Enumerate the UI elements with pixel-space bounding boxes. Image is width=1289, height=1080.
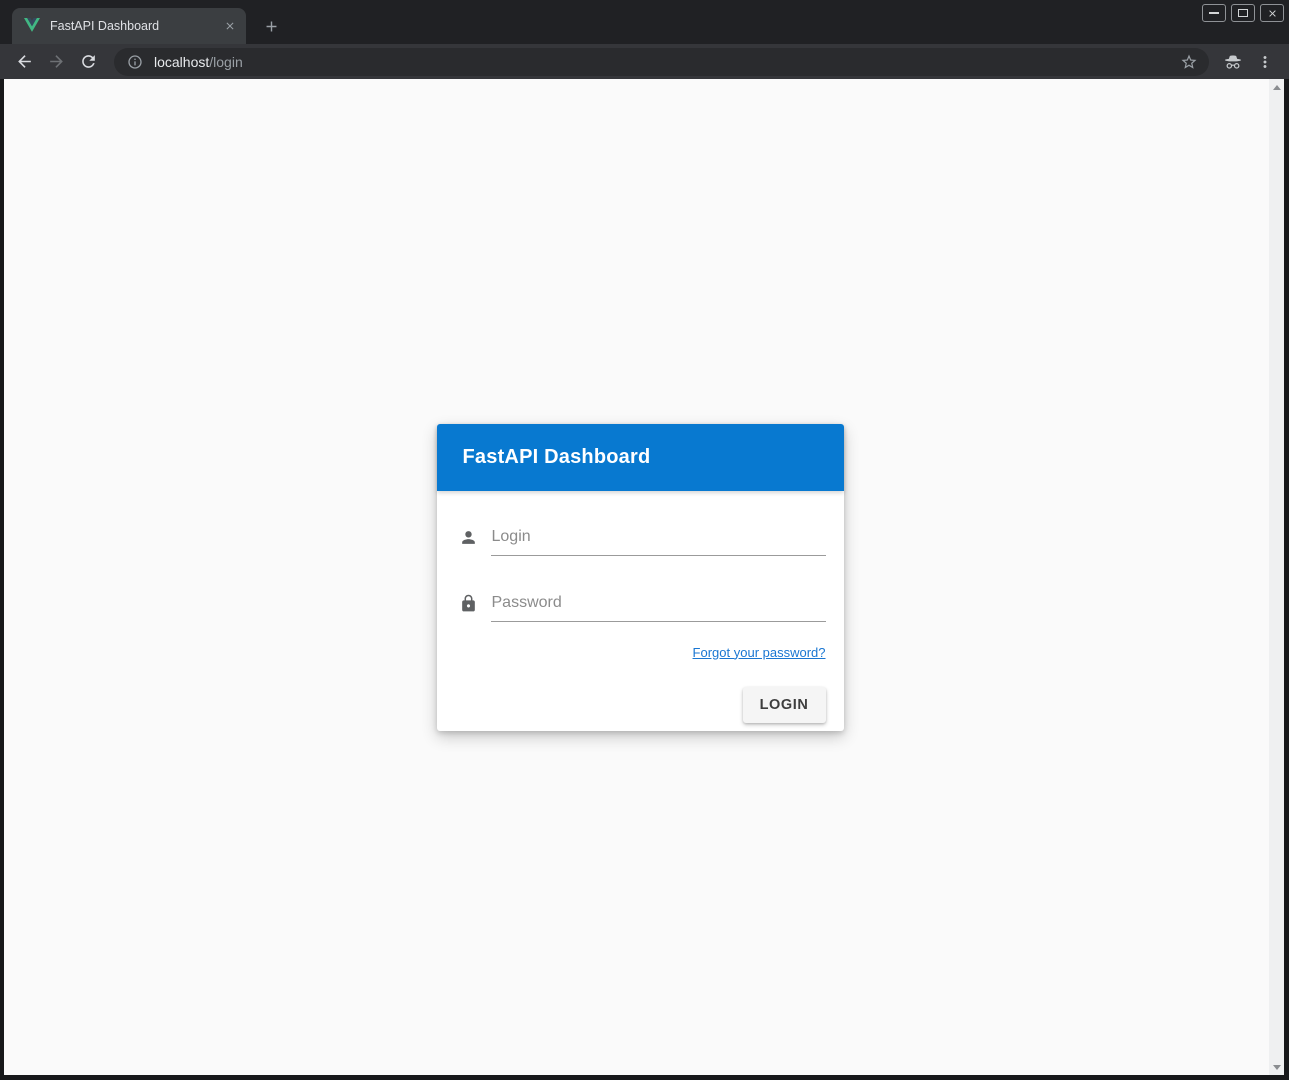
person-icon [459,528,478,547]
scrollbar-up-arrow-icon[interactable] [1269,79,1284,95]
login-field-row [459,528,826,556]
scrollbar-down-arrow-icon[interactable] [1269,1059,1284,1075]
forgot-password-link[interactable]: Forgot your password? [693,645,826,660]
browser-tab[interactable]: FastAPI Dashboard [12,8,246,44]
password-input[interactable] [491,594,826,622]
window-controls [1202,4,1284,22]
maximize-button[interactable] [1231,4,1255,22]
login-card-title: FastAPI Dashboard [463,446,651,469]
page-content: FastAPI Dashboard Forgot your password? [4,79,1284,1075]
address-bar[interactable]: localhost/login [114,48,1209,76]
url-text[interactable]: localhost/login [154,54,1177,70]
reload-icon[interactable] [74,48,102,76]
url-path: /login [209,54,242,70]
browser-menu-icon[interactable] [1251,48,1279,76]
incognito-icon [1219,48,1247,76]
login-input[interactable] [491,528,826,556]
login-card: FastAPI Dashboard Forgot your password? [437,424,844,731]
titlebar: FastAPI Dashboard [0,0,1289,44]
minimize-button[interactable] [1202,4,1226,22]
browser-window: FastAPI Dashboard [0,0,1289,1080]
password-field-row [459,594,826,622]
browser-toolbar: localhost/login [0,44,1289,79]
lock-icon [459,594,478,613]
login-button[interactable]: LOGIN [743,687,826,723]
new-tab-button[interactable] [258,13,284,39]
login-card-header: FastAPI Dashboard [437,424,844,491]
close-button[interactable] [1260,4,1284,22]
tab-close-icon[interactable] [222,18,238,34]
vue-favicon-icon [24,18,40,34]
url-host: localhost [154,54,209,70]
forgot-password-row: Forgot your password? [459,644,826,662]
tab-title: FastAPI Dashboard [50,19,222,33]
page-scrollbar[interactable] [1269,79,1284,1075]
page-info-icon[interactable] [127,54,143,70]
login-card-body: Forgot your password? LOGIN [437,491,844,731]
bookmark-star-icon[interactable] [1177,50,1201,74]
back-icon[interactable] [10,48,38,76]
forward-icon[interactable] [42,48,70,76]
card-actions: LOGIN [459,687,826,723]
